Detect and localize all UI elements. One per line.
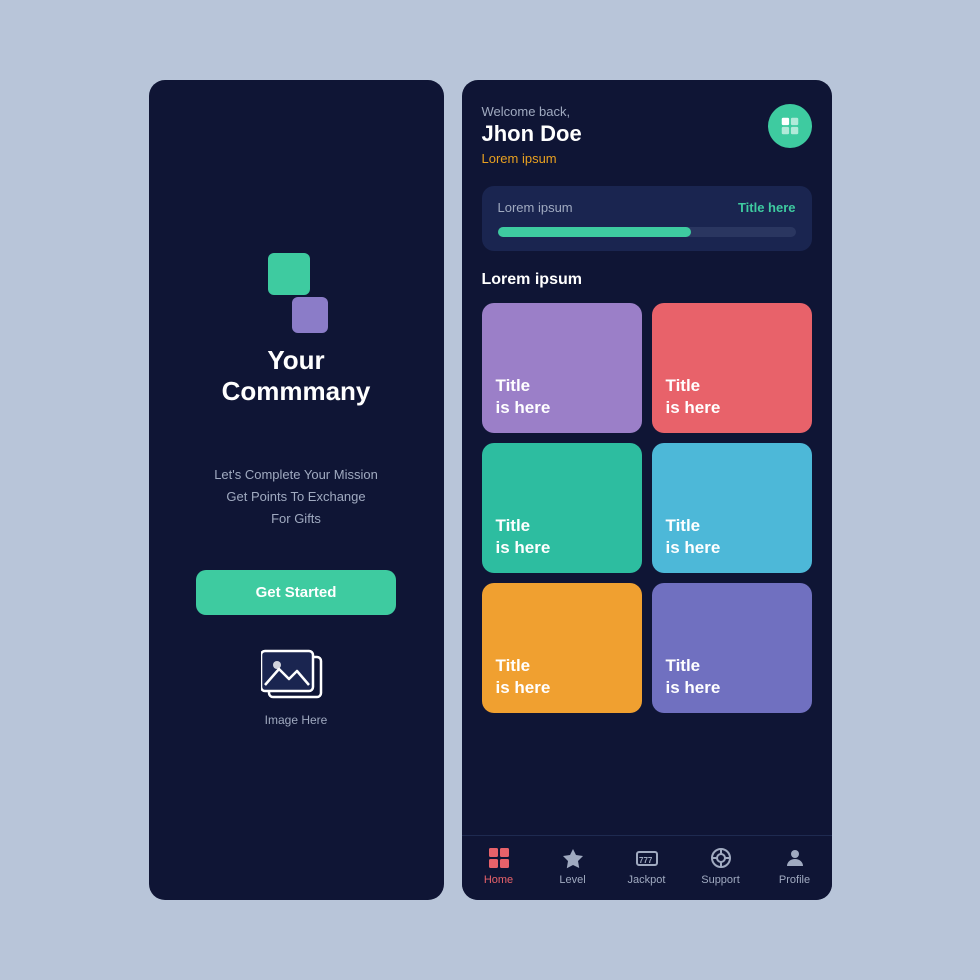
home-content: Welcome back, Jhon Doe Lorem ipsum Lor	[462, 80, 832, 835]
nav-label-jackpot: Jackpot	[628, 874, 666, 886]
profile-icon	[783, 846, 807, 870]
grid-item-2[interactable]: Titleis here	[652, 303, 812, 433]
grid-item-6-title: Titleis here	[666, 655, 798, 699]
grid-item-1-title: Titleis here	[496, 375, 628, 419]
grid-item-5-title: Titleis here	[496, 655, 628, 699]
nav-item-level[interactable]: Level	[545, 846, 600, 886]
logo-squares	[256, 253, 336, 333]
header: Welcome back, Jhon Doe Lorem ipsum	[482, 104, 812, 166]
bottom-nav: Home Level 777 Jackpot	[462, 835, 832, 900]
grid-item-4[interactable]: Titleis here	[652, 443, 812, 573]
splash-screen: YourCommmany Let's Complete Your Mission…	[149, 80, 444, 900]
level-icon	[561, 846, 585, 870]
image-label: Image Here	[265, 713, 328, 727]
grid-container: Titleis here Titleis here Titleis here T…	[482, 303, 812, 713]
logo-block: YourCommmany	[222, 253, 371, 435]
grid-item-4-title: Titleis here	[666, 515, 798, 559]
progress-header: Lorem ipsum Title here	[498, 200, 796, 215]
screens-container: YourCommmany Let's Complete Your Mission…	[149, 80, 832, 900]
nav-item-profile[interactable]: Profile	[767, 846, 822, 886]
logo-purple-square	[292, 297, 328, 333]
grid-item-5[interactable]: Titleis here	[482, 583, 642, 713]
get-started-button[interactable]: Get Started	[196, 570, 396, 615]
nav-label-level: Level	[559, 874, 585, 886]
grid-item-2-title: Titleis here	[666, 375, 798, 419]
avatar-button[interactable]	[768, 104, 812, 148]
svg-text:777: 777	[639, 856, 653, 865]
grid-item-1[interactable]: Titleis here	[482, 303, 642, 433]
tagline: Let's Complete Your MissionGet Points To…	[214, 464, 378, 530]
company-name: YourCommmany	[222, 345, 371, 407]
section-title: Lorem ipsum	[482, 271, 812, 289]
image-icon	[261, 645, 331, 705]
progress-card: Lorem ipsum Title here	[482, 186, 812, 251]
nav-item-support[interactable]: Support	[693, 846, 748, 886]
welcome-text: Welcome back,	[482, 104, 582, 119]
nav-item-home[interactable]: Home	[471, 846, 526, 886]
header-subtitle: Lorem ipsum	[482, 151, 582, 166]
progress-bar-track	[498, 227, 796, 237]
image-placeholder: Image Here	[261, 645, 331, 727]
grid-item-3[interactable]: Titleis here	[482, 443, 642, 573]
user-name: Jhon Doe	[482, 121, 582, 147]
progress-label: Lorem ipsum	[498, 200, 573, 215]
support-icon	[709, 846, 733, 870]
nav-label-support: Support	[701, 874, 740, 886]
home-icon	[487, 846, 511, 870]
grid-item-3-title: Titleis here	[496, 515, 628, 559]
logo-green-square	[268, 253, 310, 295]
progress-title: Title here	[738, 200, 796, 215]
jackpot-icon: 777	[635, 846, 659, 870]
grid-item-6[interactable]: Titleis here	[652, 583, 812, 713]
home-screen: Welcome back, Jhon Doe Lorem ipsum Lor	[462, 80, 832, 900]
nav-label-profile: Profile	[779, 874, 810, 886]
progress-bar-fill	[498, 227, 692, 237]
nav-label-home: Home	[484, 874, 513, 886]
nav-item-jackpot[interactable]: 777 Jackpot	[619, 846, 674, 886]
header-text: Welcome back, Jhon Doe Lorem ipsum	[482, 104, 582, 166]
